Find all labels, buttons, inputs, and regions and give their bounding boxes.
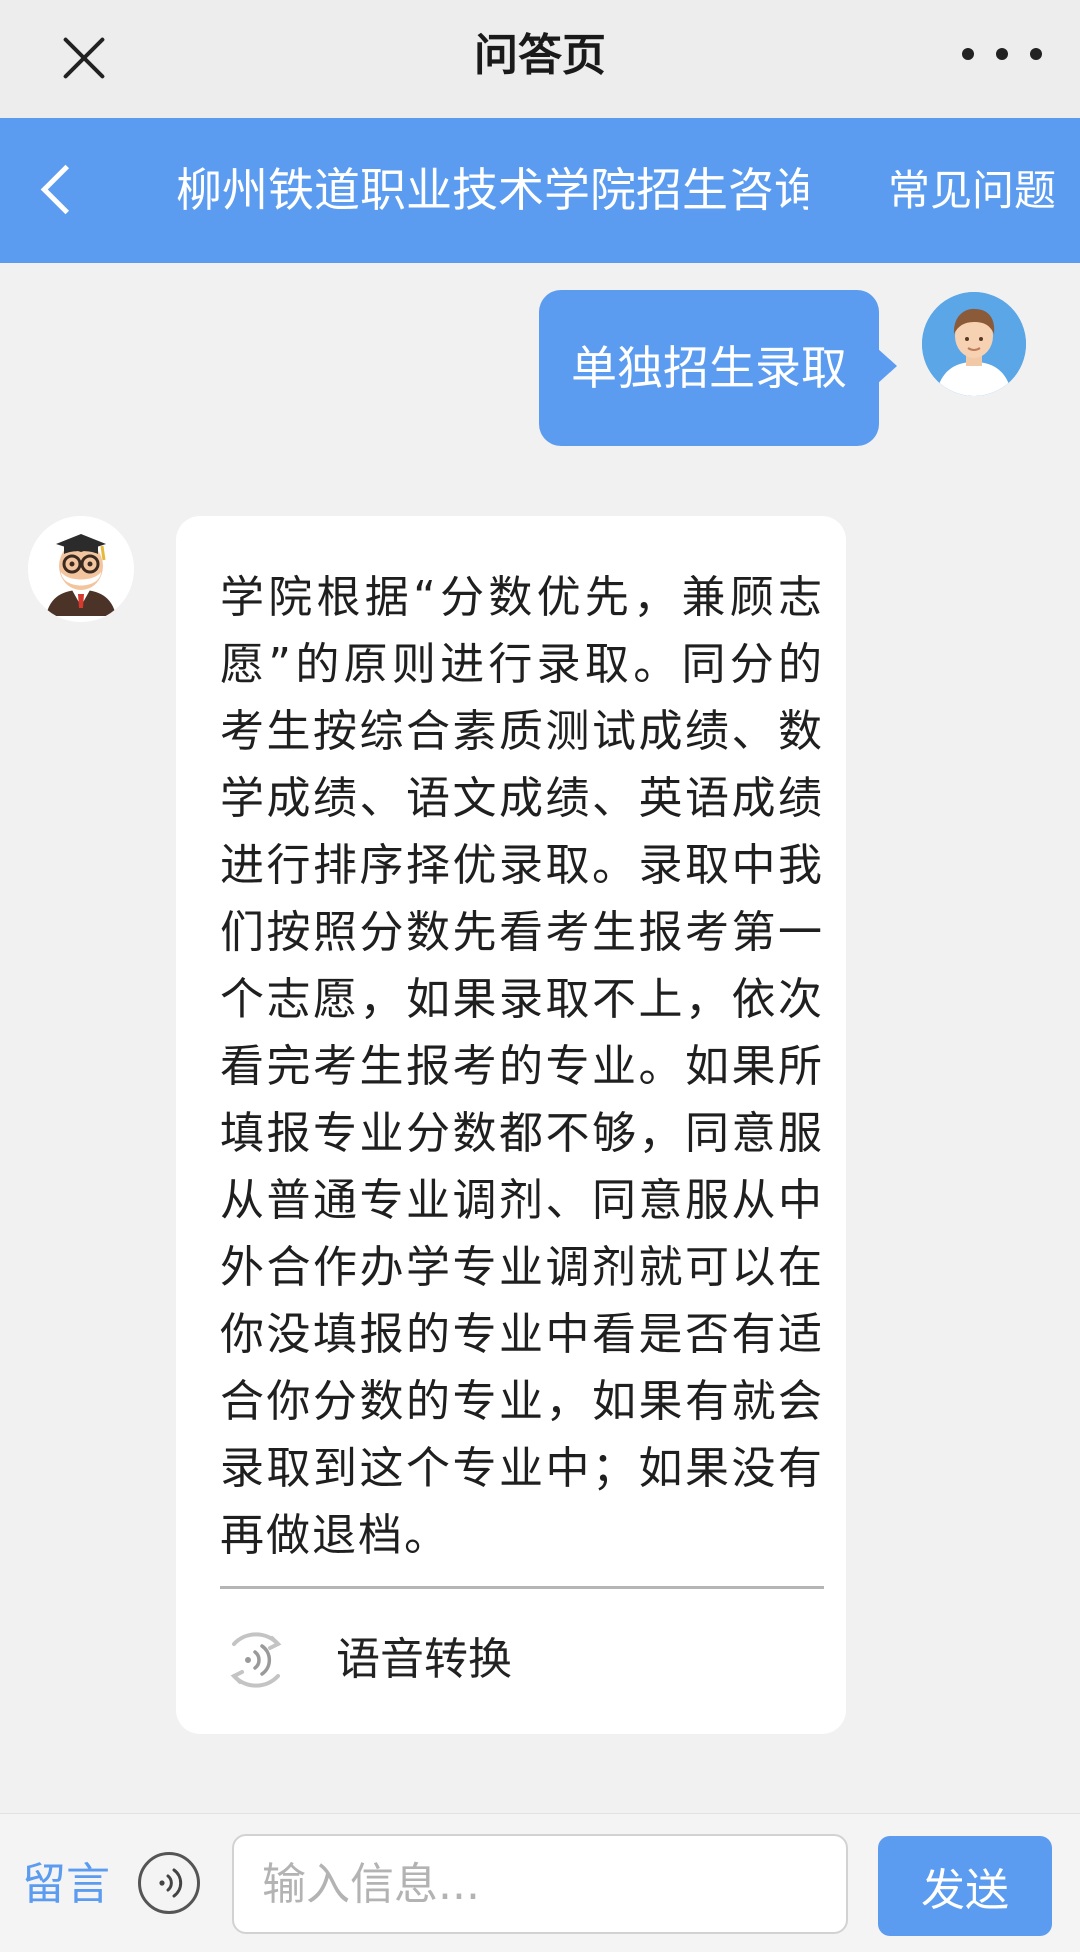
- close-icon[interactable]: [52, 26, 116, 90]
- top-bar: 问答页: [0, 0, 1080, 118]
- user-avatar-icon: [922, 292, 1026, 396]
- dot: [996, 48, 1008, 60]
- voice-wave-icon: [159, 1868, 183, 1898]
- chevron-left-icon[interactable]: [22, 156, 92, 226]
- professor-avatar-icon: [28, 516, 134, 622]
- dot: [1030, 48, 1042, 60]
- more-dots-icon[interactable]: [962, 34, 1042, 74]
- message-input[interactable]: [232, 1834, 848, 1934]
- page-title: 问答页: [474, 30, 606, 81]
- bot-avatar: [28, 516, 134, 622]
- leave-message-link[interactable]: 留言: [22, 1850, 110, 1920]
- chat-header: 柳州铁道职业技术学院招生咨询 常见问题: [0, 118, 1080, 263]
- card-divider: [220, 1586, 824, 1589]
- voice-input-button[interactable]: [138, 1852, 200, 1914]
- voice-convert-button[interactable]: 语音转换: [336, 1624, 512, 1696]
- bot-answer-text: 学院根据“分数优先，兼顾志愿”的原则进行录取。同分的考生按综合素质测试成绩、数学…: [220, 572, 824, 1561]
- bot-message-card: 学院根据“分数优先，兼顾志愿”的原则进行录取。同分的考生按综合素质测试成绩、数学…: [176, 516, 846, 1734]
- dot: [962, 48, 974, 60]
- header-title: 柳州铁道职业技术学院招生咨询: [176, 163, 808, 217]
- faq-link[interactable]: 常见问题: [888, 118, 1056, 263]
- header-title-container: 柳州铁道职业技术学院招生咨询: [172, 118, 808, 263]
- voice-convert-icon[interactable]: [220, 1624, 292, 1696]
- user-avatar: [922, 292, 1026, 396]
- user-message-bubble: 单独招生录取: [539, 290, 897, 446]
- input-bar: 留言 发送: [0, 1813, 1080, 1952]
- send-button[interactable]: 发送: [878, 1836, 1052, 1936]
